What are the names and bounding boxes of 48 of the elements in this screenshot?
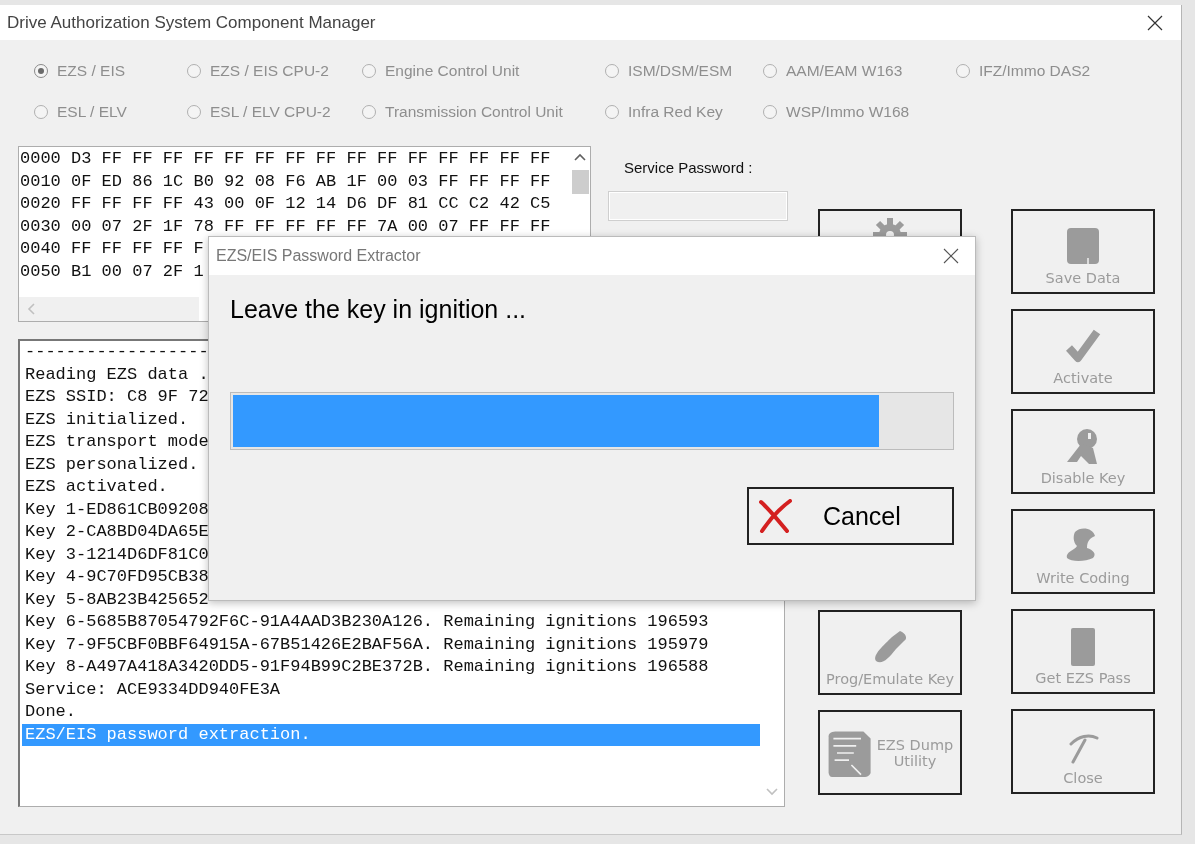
log-line[interactable]: EZS transport mode (22, 431, 209, 454)
log-line[interactable]: Done. (22, 701, 76, 724)
log-line[interactable]: EZS initialized. (22, 408, 189, 431)
log-line[interactable]: Key 6-5685B87054792F6C-91A4AAD3B230A126. Remaining ignitions 196593 (22, 611, 709, 634)
password-field[interactable] (608, 191, 788, 221)
log-line[interactable]: Key 8-A497A418A3420DD5-91F94B99C2BE372B. Remaining ignitions 196588 (22, 656, 709, 679)
close-icon[interactable] (943, 248, 959, 264)
hex-row-text: 0020 FF FF FF FF 43 00 0F 12 14 D6 DF 81 CC C2 42 C5 (20, 193, 551, 215)
log-line[interactable]: Key 1-ED861CB09208 (22, 498, 209, 521)
log-line[interactable]: EZS personalized. (22, 453, 199, 476)
radio-label: ESL / ELV (57, 102, 127, 121)
scrollbar[interactable] (19, 297, 199, 321)
radio-label: EZS / EIS CPU-2 (210, 61, 329, 80)
log-line[interactable]: Key 4-9C70FD95CB38 (22, 566, 209, 589)
log-line[interactable]: Reading EZS data . (22, 363, 209, 386)
hex-row-text: 0040 FF FF FF FF F (20, 238, 204, 260)
close-icon[interactable] (1147, 14, 1163, 31)
log-line[interactable]: ------------------ (22, 341, 209, 364)
window-title: Drive Authorization System Component Manager (7, 12, 376, 33)
log-line[interactable]: Key 3-1214D6DF81C0 (22, 543, 209, 566)
hex-row: 0050 B1 00 07 2F 1 (20, 260, 204, 283)
scrollbar-thumb[interactable] (571, 170, 589, 194)
dialog-message: Leave the key in ignition ... (230, 295, 527, 324)
dialog-title: EZS/EIS Password Extractor (216, 247, 421, 265)
cross-icon (757, 499, 793, 533)
log-line[interactable]: Service: ACE9334DD940FE3A (22, 678, 281, 701)
hex-row: 0030 00 07 2F 1F 78 FF FF FF FF FF 7A 00 07 FF FF FF (20, 215, 551, 238)
scroll-down-icon[interactable] (766, 788, 778, 796)
radio-label: ISM/DSM/ESM (628, 61, 733, 80)
cancel-button[interactable]: Cancel (747, 487, 954, 545)
log-line[interactable]: Key 5-8AB23B425652 (22, 588, 209, 611)
radio-label: Infra Red Key (628, 102, 723, 121)
radio-label: AAM/EAM W163 (786, 61, 903, 80)
scroll-left-icon[interactable] (27, 303, 35, 315)
radio-label: IFZ/Immo DAS2 (979, 61, 1091, 80)
hex-row: 0010 0F ED 86 1C B0 92 08 F6 AB 1F 00 03 FF FF FF FF (20, 170, 551, 193)
radio-label: WSP/Immo W168 (786, 102, 910, 121)
field-label: Service Password : (623, 159, 754, 178)
radio-label: ESL / ELV CPU-2 (210, 102, 331, 121)
log-line[interactable]: EZS SSID: C8 9F 72 (22, 386, 209, 409)
log-line[interactable]: Key 7-9F5CBF0BBF64915A-67B51426E2BAF56A. Remaining ignitions 195979 (22, 633, 709, 656)
log-line[interactable]: Key 2-CA8BD04DA65E (22, 521, 209, 544)
hex-row-text: 0000 D3 FF FF FF FF FF FF FF FF FF FF FF FF FF FF FF (20, 148, 551, 170)
radio-label: Engine Control Unit (385, 61, 520, 80)
radio-label: EZS / EIS (57, 61, 126, 80)
scroll-up-icon[interactable] (574, 153, 586, 161)
log-line[interactable]: EZS activated. (22, 476, 168, 499)
radio-label: Transmission Control Unit (385, 102, 563, 121)
